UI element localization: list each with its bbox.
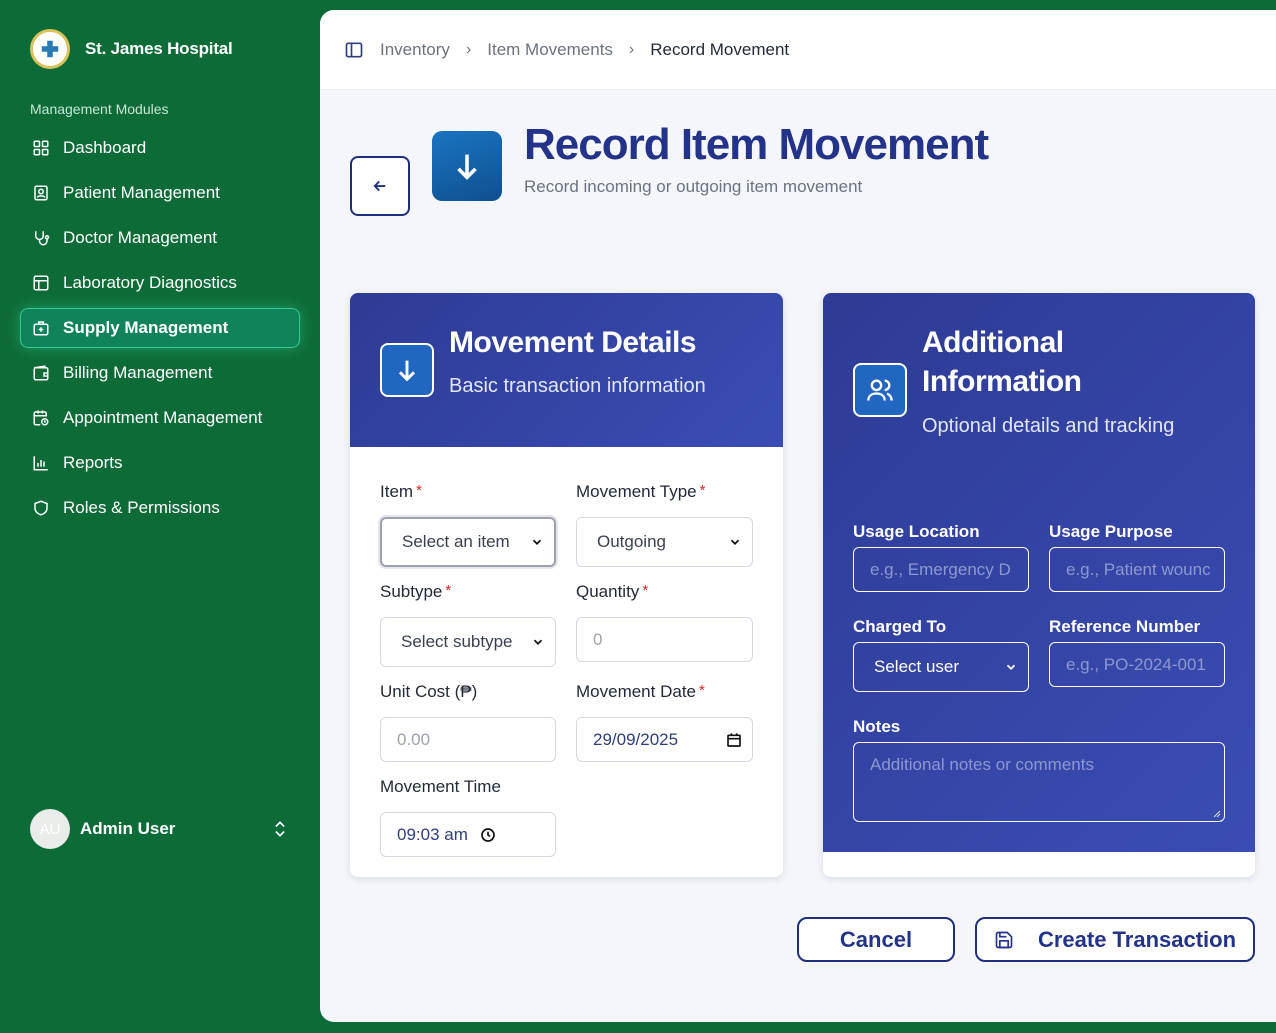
avatar: AU — [30, 809, 70, 849]
main-content: Inventory › Item Movements › Record Move… — [320, 10, 1276, 1022]
sidebar-item-label: Doctor Management — [63, 228, 218, 247]
grid-icon — [31, 138, 51, 158]
sidebar-item-label: Billing Management — [63, 363, 213, 382]
shield-icon — [31, 498, 51, 518]
sidebar-toggle-icon[interactable] — [344, 40, 364, 60]
movement-details-title: Movement Details — [449, 326, 697, 359]
arrow-left-icon — [373, 180, 386, 192]
arrow-down-icon — [380, 343, 434, 397]
users-icon — [853, 363, 907, 417]
brand[interactable]: St. James Hospital — [30, 29, 233, 69]
movement-details-header: Movement Details Basic transaction infor… — [350, 293, 783, 447]
quantity-label: Quantity * — [576, 582, 649, 601]
sidebar-item-label: Patient Management — [63, 183, 220, 202]
chevron-down-icon — [533, 639, 543, 645]
sidebar-item-label: Supply Management — [63, 318, 229, 337]
additional-info-title: Additional Information — [922, 326, 1082, 398]
additional-info-panel: Additional Information Optional details … — [823, 293, 1255, 852]
chevron-down-icon — [532, 539, 542, 545]
breadcrumb: Inventory › Item Movements › Record Move… — [380, 40, 789, 60]
sidebar-item-label: Reports — [63, 453, 123, 472]
resize-handle-icon[interactable] — [1211, 808, 1221, 818]
clock-icon[interactable] — [480, 827, 496, 843]
sidebar-item-appointment-management[interactable]: Appointment Management — [20, 398, 300, 438]
movement-type-label: Movement Type * — [576, 482, 706, 501]
additional-info-card: Additional Information Optional details … — [823, 293, 1255, 877]
usage-purpose-input[interactable]: e.g., Patient wounc — [1049, 547, 1225, 592]
charged-to-label: Charged To — [853, 617, 947, 636]
hospital-logo-icon — [30, 29, 70, 69]
breadcrumb-inventory[interactable]: Inventory — [380, 40, 450, 60]
unit-cost-input[interactable]: 0.00 — [380, 717, 556, 762]
notes-label: Notes — [853, 717, 901, 736]
unit-cost-label: Unit Cost (₱) — [380, 682, 478, 701]
charged-to-select[interactable]: Select user — [853, 642, 1029, 692]
usage-location-label: Usage Location — [853, 522, 980, 541]
chevron-right-icon: › — [465, 40, 472, 58]
usage-location-input[interactable]: e.g., Emergency D — [853, 547, 1029, 592]
chevron-down-icon — [1006, 664, 1016, 670]
sidebar-item-supply-management[interactable]: Supply Management — [20, 308, 300, 348]
arrow-down-icon — [432, 131, 502, 201]
sidebar-item-label: Laboratory Diagnostics — [63, 273, 237, 292]
save-icon — [995, 931, 1013, 948]
cancel-button[interactable]: Cancel — [797, 917, 955, 962]
quantity-input[interactable]: 0 — [576, 617, 753, 662]
sidebar-item-reports[interactable]: Reports — [20, 443, 300, 483]
sidebar-item-label: Roles & Permissions — [63, 498, 220, 517]
reference-number-label: Reference Number — [1049, 617, 1201, 636]
sidebar-item-label: Dashboard — [63, 138, 147, 157]
breadcrumb-item-movements[interactable]: Item Movements — [487, 40, 613, 60]
back-button[interactable] — [350, 156, 410, 216]
subtype-select[interactable]: Select subtype — [380, 617, 556, 667]
item-label: Item * — [380, 482, 422, 501]
movement-details-card: Movement Details Basic transaction infor… — [350, 293, 783, 877]
stethoscope-icon — [31, 228, 51, 248]
page-title: Record Item Movement — [524, 120, 989, 169]
breadcrumb-record-movement: Record Movement — [650, 39, 790, 59]
id-card-icon — [31, 183, 51, 203]
sidebar-item-laboratory-diagnostics[interactable]: Laboratory Diagnostics — [20, 263, 300, 303]
sidebar-item-doctor-management[interactable]: Doctor Management — [20, 218, 300, 258]
chevron-right-icon: › — [628, 40, 635, 58]
bar-chart-icon — [31, 453, 51, 473]
topbar: Inventory › Item Movements › Record Move… — [320, 10, 1276, 90]
item-select[interactable]: Select an item — [380, 517, 556, 567]
movement-time-input[interactable]: 09:03 am — [380, 812, 556, 857]
user-menu[interactable]: AU Admin User — [30, 809, 290, 849]
movement-details-subtitle: Basic transaction information — [449, 375, 706, 397]
subtype-label: Subtype * — [380, 582, 452, 601]
reference-number-input[interactable]: e.g., PO-2024-001 — [1049, 642, 1225, 687]
movement-time-label: Movement Time — [380, 777, 501, 796]
sidebar-item-roles-permissions[interactable]: Roles & Permissions — [20, 488, 300, 528]
notes-textarea[interactable]: Additional notes or comments — [853, 742, 1225, 822]
sidebar-item-patient-management[interactable]: Patient Management — [20, 173, 300, 213]
movement-type-select[interactable]: Outgoing — [576, 517, 753, 567]
sidebar-item-billing-management[interactable]: Billing Management — [20, 353, 300, 393]
calendar-icon[interactable] — [726, 732, 742, 748]
sidebar-nav: Dashboard Patient Management Doctor Mana… — [20, 128, 300, 533]
page-subtitle: Record incoming or outgoing item movemen… — [524, 177, 863, 196]
chevron-down-icon — [730, 539, 740, 545]
brand-name: St. James Hospital — [85, 39, 233, 58]
chevrons-up-down-icon — [275, 821, 285, 837]
sidebar-item-dashboard[interactable]: Dashboard — [20, 128, 300, 168]
table-icon — [31, 273, 51, 293]
movement-date-label: Movement Date * — [576, 682, 705, 701]
calendar-clock-icon — [31, 408, 51, 428]
usage-purpose-label: Usage Purpose — [1049, 522, 1173, 541]
section-label: Management Modules — [30, 101, 169, 117]
medical-kit-icon — [31, 318, 51, 338]
movement-date-input[interactable]: 29/09/2025 — [576, 717, 753, 762]
additional-info-subtitle: Optional details and tracking — [922, 415, 1175, 437]
user-name: Admin User — [80, 819, 176, 838]
sidebar: St. James Hospital Management Modules Da… — [0, 0, 320, 1033]
sidebar-item-label: Appointment Management — [63, 408, 263, 427]
wallet-icon — [31, 363, 51, 383]
create-transaction-button[interactable]: Create Transaction — [975, 917, 1255, 962]
